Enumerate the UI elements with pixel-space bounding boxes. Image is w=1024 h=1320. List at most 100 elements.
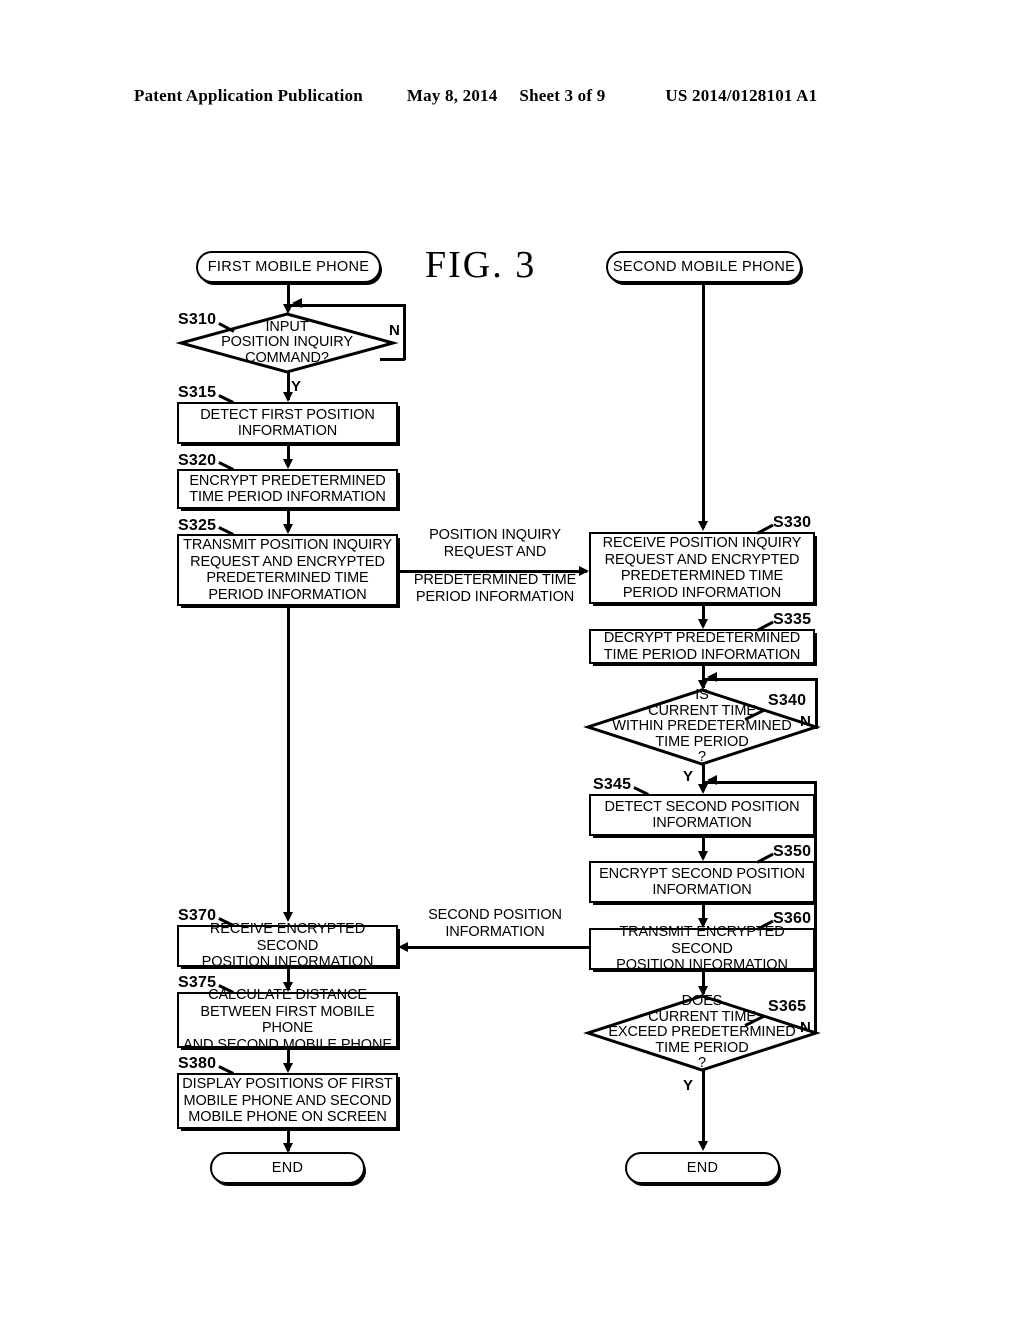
process-s370: RECEIVE ENCRYPTED SECOND POSITION INFORM… [177,921,398,970]
process-s320-line-2: TIME PERIOD INFORMATION [189,489,386,505]
inter-label-request-line-2: REQUEST AND [443,543,547,560]
arrow-second-start-to-s330 [698,521,708,531]
process-s375: CALCULATE DISTANCE BETWEEN FIRST MOBILE … [177,987,398,1053]
arrow-s365-to-end [698,1141,708,1151]
header-patent-number: US 2014/0128101 A1 [665,86,818,105]
process-s370-text: RECEIVE ENCRYPTED SECOND POSITION INFORM… [179,921,396,971]
process-s350-line-1: ENCRYPT SECOND POSITION [599,865,805,882]
step-label-s320: S320 [178,452,217,469]
step-label-s365: S365 [768,998,807,1015]
arrow-s375-to-s380 [283,1063,293,1073]
process-s345-line-2: INFORMATION [652,815,752,831]
connector-s310-n-right [403,304,406,360]
step-label-s340: S340 [768,692,807,709]
process-s325-line-4: PERIOD INFORMATION [208,586,367,603]
process-s380-line-2: MOBILE PHONE AND SECOND [183,1092,392,1109]
terminator-end-left: END [210,1152,365,1184]
step-label-s345: S345 [593,776,632,793]
connector-s360-to-s370-horizontal [406,946,590,949]
connector-s365-to-end [702,1070,705,1148]
terminator-end-right: END [625,1152,780,1184]
step-label-s350: S350 [773,843,812,860]
process-s335: DECRYPT PREDETERMINED TIME PERIOD INFORM… [589,629,815,664]
process-s335-text: DECRYPT PREDETERMINED TIME PERIOD INFORM… [601,630,803,663]
arrow-s310-loopback [292,298,302,308]
step-label-s330: S330 [773,514,812,531]
decision-s340-no-label: N [800,713,811,730]
header-publication: Patent Application Publication [134,86,363,105]
process-s335-line-1: DECRYPT PREDETERMINED [603,630,801,646]
process-s360-text: TRANSMIT ENCRYPTED SECOND POSITION INFOR… [591,924,813,974]
terminator-first-mobile-phone-label: FIRST MOBILE PHONE [207,259,370,275]
process-s375-text: CALCULATE DISTANCE BETWEEN FIRST MOBILE … [179,987,396,1053]
process-s325: TRANSMIT POSITION INQUIRY REQUEST AND EN… [177,534,398,606]
terminator-end-right-label: END [686,1160,719,1176]
inter-label-request-below: PREDETERMINED TIME PERIOD INFORMATION [400,572,590,605]
header-date: May 8, 2014 [406,86,498,105]
step-label-s370: S370 [178,907,217,924]
process-s315-line-2: INFORMATION [237,423,338,439]
process-s315-line-1: DETECT FIRST POSITION [200,406,375,423]
step-label-s375: S375 [178,974,217,991]
process-s375-line-2: BETWEEN FIRST MOBILE PHONE [200,1003,375,1037]
process-s315-text: DETECT FIRST POSITION INFORMATION [197,407,378,440]
arrow-s360-to-s370 [398,942,408,952]
step-label-s380: S380 [178,1055,217,1072]
process-s345: DETECT SECOND POSITION INFORMATION [589,794,815,836]
step-label-s325: S325 [178,517,217,534]
process-s330: RECEIVE POSITION INQUIRY REQUEST AND ENC… [589,532,815,604]
process-s360-line-1: TRANSMIT ENCRYPTED SECOND [619,924,785,957]
decision-s365-no-label: N [800,1019,811,1036]
process-s380-text: DISPLAY POSITIONS OF FIRST MOBILE PHONE … [179,1076,395,1126]
connector-s365-n-return [705,781,816,784]
process-s350-text: ENCRYPT SECOND POSITION INFORMATION [596,866,808,899]
arrow-s330-to-s335 [698,619,708,629]
terminator-end-left-label: END [271,1160,304,1176]
process-s345-line-1: DETECT SECOND POSITION [604,798,800,815]
decision-s310-no-label: N [389,322,400,339]
process-s380-line-1: DISPLAY POSITIONS OF FIRST [182,1076,393,1093]
step-label-s310: S310 [178,311,217,328]
terminator-first-mobile-phone: FIRST MOBILE PHONE [196,251,381,283]
arrow-s340-to-s345 [698,784,708,794]
process-s330-text: RECEIVE POSITION INQUIRY REQUEST AND ENC… [600,535,805,601]
inter-label-request-line-4: PERIOD INFORMATION [415,588,575,605]
process-s345-text: DETECT SECOND POSITION INFORMATION [602,799,803,832]
inter-label-response-line-2: INFORMATION [445,923,545,940]
header-sheet: Sheet 3 of 9 [519,86,606,105]
arrow-s310-to-s315 [283,392,293,402]
terminator-second-mobile-phone: SECOND MOBILE PHONE [606,251,802,283]
figure-title: FIG. 3 [425,244,537,286]
connector-s340-n-top [705,678,818,681]
arrow-s365-loopback [707,775,717,785]
process-s360: TRANSMIT ENCRYPTED SECOND POSITION INFOR… [589,924,815,973]
step-label-s335: S335 [773,611,812,628]
arrow-s315-to-s320 [283,459,293,469]
process-s330-line-1: RECEIVE POSITION INQUIRY [602,535,802,551]
process-s380-line-3: MOBILE PHONE ON SCREEN [188,1109,387,1126]
connector-second-start-to-s330 [702,283,705,528]
process-s320: ENCRYPT PREDETERMINED TIME PERIOD INFORM… [177,469,398,509]
process-s330-line-3: PREDETERMINED TIME [620,568,784,584]
process-s350-line-2: INFORMATION [652,882,752,898]
process-s370-line-1: RECEIVE ENCRYPTED SECOND [209,921,366,954]
process-s380: DISPLAY POSITIONS OF FIRST MOBILE PHONE … [177,1073,398,1129]
process-s320-text: ENCRYPT PREDETERMINED TIME PERIOD INFORM… [186,473,388,506]
inter-label-request-above: POSITION INQUIRY REQUEST AND [400,527,590,560]
arrow-s345-to-s350 [698,851,708,861]
step-label-s315: S315 [178,384,217,401]
decision-s340-yes-label: Y [683,768,694,785]
process-s315: DETECT FIRST POSITION INFORMATION [177,402,398,444]
process-s350: ENCRYPT SECOND POSITION INFORMATION [589,861,815,903]
process-s335-line-2: TIME PERIOD INFORMATION [603,646,801,663]
process-s330-line-2: REQUEST AND ENCRYPTED [604,551,800,568]
connector-s325-to-s370 [287,606,290,919]
connector-s310-n-top [290,304,406,307]
inter-label-response-line-1: SECOND POSITION [428,907,562,923]
step-label-s360: S360 [773,910,812,927]
page-header: Patent Application Publication May 8, 20… [134,86,890,110]
process-s330-line-4: PERIOD INFORMATION [622,584,782,601]
process-s325-line-1: TRANSMIT POSITION INQUIRY [183,537,392,553]
process-s320-line-1: ENCRYPT PREDETERMINED [189,472,386,489]
inter-label-request-line-3: PREDETERMINED TIME [413,572,577,588]
